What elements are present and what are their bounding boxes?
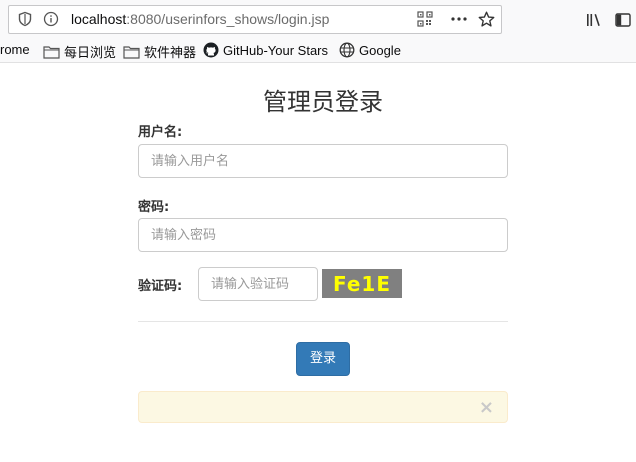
- page-actions-icon[interactable]: [450, 11, 467, 27]
- globe-icon: [339, 42, 355, 58]
- bookmark-star-icon[interactable]: [478, 11, 495, 27]
- username-input[interactable]: [138, 144, 508, 178]
- close-icon[interactable]: ×: [479, 398, 494, 418]
- form-divider: [138, 321, 508, 322]
- bookmarks-bar: rome 每日浏览 软件神器 GitHub-Your Stars Google: [0, 38, 636, 63]
- bookmark-item-chrome[interactable]: rome: [0, 42, 30, 57]
- library-icon[interactable]: [585, 11, 603, 29]
- captcha-input[interactable]: [198, 267, 318, 301]
- login-button[interactable]: 登录: [296, 342, 350, 376]
- page-title: 管理员登录: [263, 88, 383, 116]
- qr-code-icon[interactable]: [417, 11, 433, 27]
- username-label: 用户名:: [138, 125, 183, 140]
- bookmark-label: 每日浏览: [64, 45, 117, 60]
- bookmark-label: 软件神器: [144, 45, 197, 60]
- tracking-shield-icon[interactable]: [17, 11, 33, 27]
- folder-icon: [43, 45, 60, 59]
- bookmark-folder-software[interactable]: 软件神器: [123, 42, 196, 61]
- github-icon: [203, 42, 219, 58]
- address-bar[interactable]: localhost:8080/userinfors_shows/login.js…: [8, 5, 502, 34]
- sidebar-toggle-icon[interactable]: [614, 11, 632, 29]
- captcha-image[interactable]: Fe1E: [322, 269, 402, 298]
- folder-icon: [123, 45, 140, 59]
- info-icon[interactable]: [43, 11, 59, 27]
- password-label: 密码:: [138, 200, 170, 215]
- bookmark-label: rome: [0, 42, 30, 57]
- captcha-label: 验证码:: [138, 279, 183, 294]
- browser-toolbar: localhost:8080/userinfors_shows/login.js…: [0, 0, 636, 38]
- bookmark-folder-daily[interactable]: 每日浏览: [43, 42, 116, 61]
- bookmark-item-google[interactable]: Google: [339, 42, 401, 58]
- password-input[interactable]: [138, 218, 508, 252]
- bookmark-label: GitHub-Your Stars: [223, 42, 329, 58]
- bookmark-label: Google: [359, 42, 401, 58]
- url-text[interactable]: localhost:8080/userinfors_shows/login.js…: [71, 11, 329, 27]
- alert-box: ×: [138, 391, 508, 423]
- bookmark-item-github-stars[interactable]: GitHub-Your Stars: [203, 42, 328, 58]
